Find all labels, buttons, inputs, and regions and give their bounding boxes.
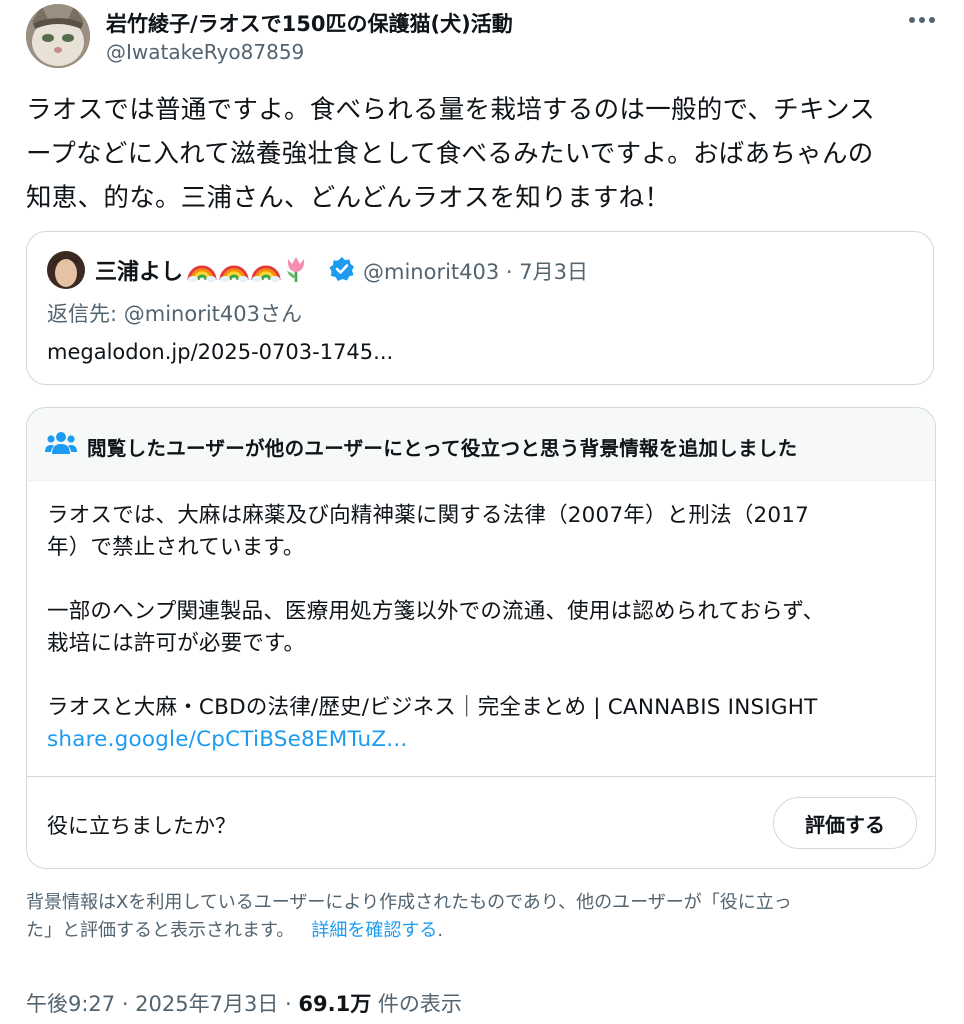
author-display-name[interactable]: 岩竹綾子/ラオスで150匹の保護猫(犬)活動	[106, 8, 513, 38]
quoted-tweet[interactable]: 三浦よし @minorit403 · 7月3日 返信先: @minorit403…	[26, 231, 934, 385]
quoted-name-emojis	[187, 254, 309, 284]
note-source-title: ラオスと大麻・CBDの法律/歴史/ビジネス｜完全まとめ | CANNABIS I…	[47, 695, 818, 720]
view-count: 69.1万	[298, 992, 372, 1016]
tweet-text-line: ラオスでは普通ですよ。食べられる量を栽培するのは一般的で、チキンス	[26, 95, 876, 125]
more-icon	[909, 17, 935, 23]
disclaimer-line: た」と評価すると表示されます。	[26, 920, 295, 941]
details-link[interactable]: 詳細を確認する	[311, 920, 437, 941]
tweet-text: ラオスでは普通ですよ。食べられる量を栽培するのは一般的で、チキンス ープなどに入…	[26, 88, 936, 220]
helpful-question: 役に立ちましたか？	[47, 814, 236, 838]
divider	[27, 776, 935, 777]
disclaimer-period: .	[437, 920, 444, 941]
tweet-text-line: ープなどに入れて滋養強壮食として食べるみたいですよ。おばあちゃんの	[26, 139, 874, 169]
rainbow-icon	[187, 265, 217, 282]
community-note-title: 閲覧したユーザーが他のユーザーにとって役立つと思う背景情報を追加しました	[87, 437, 798, 460]
note-text-line: 年）で禁止されています。	[47, 535, 305, 560]
view-label: 件の表示	[371, 992, 462, 1016]
quoted-handle-date[interactable]: @minorit403 · 7月3日	[363, 256, 588, 286]
rainbow-icon	[219, 265, 249, 282]
community-note: 閲覧したユーザーが他のユーザーにとって役立つと思う背景情報を追加しました ラオス…	[26, 407, 936, 869]
note-source-link[interactable]: share.google/CpCTiBSe8EMTuZ...	[47, 724, 917, 756]
people-icon	[45, 430, 77, 460]
tweet-meta: 午後9:27 · 2025年7月3日 · 69.1万 件の表示	[26, 988, 462, 1018]
tulip-icon	[287, 257, 305, 282]
quoted-author-avatar[interactable]	[47, 251, 85, 289]
community-note-header: 閲覧したユーザーが他のユーザーにとって役立つと思う背景情報を追加しました	[27, 408, 935, 481]
verified-badge-icon[interactable]	[329, 256, 355, 286]
note-text-line: 栽培には許可が必要です。	[47, 631, 306, 656]
note-disclaimer: 背景情報はXを利用しているユーザーにより作成されたものであり、他のユーザーが「役…	[26, 889, 936, 945]
note-text-line: ラオスでは、大麻は麻薬及び向精神薬に関する法律（2007年）と刑法（2017	[47, 503, 810, 528]
author-handle[interactable]: @IwatakeRyo87859	[106, 40, 304, 64]
more-options-button[interactable]	[904, 6, 940, 34]
author-avatar[interactable]	[26, 4, 90, 68]
disclaimer-line: 背景情報はXを利用しているユーザーにより作成されたものであり、他のユーザーが「役…	[26, 892, 792, 913]
quoted-link[interactable]: megalodon.jp/2025-0703-1745...	[47, 340, 393, 364]
note-text-line: 一部のヘンプ関連製品、医療用処方箋以外での流通、使用は認められておらず、	[47, 599, 825, 624]
quoted-reply-to: 返信先: @minorit403さん	[47, 302, 302, 326]
quoted-display-name[interactable]: 三浦よし	[95, 254, 183, 286]
community-note-body: ラオスでは、大麻は麻薬及び向精神薬に関する法律（2007年）と刑法（2017 年…	[47, 500, 917, 756]
rate-note-button[interactable]: 評価する	[773, 797, 917, 849]
tweet-timestamp[interactable]: 午後9:27 · 2025年7月3日 ·	[26, 992, 298, 1016]
rainbow-icon	[251, 265, 281, 282]
tweet-text-line: 知恵、的な。三浦さん、どんどんラオスを知りますね！	[26, 183, 671, 213]
